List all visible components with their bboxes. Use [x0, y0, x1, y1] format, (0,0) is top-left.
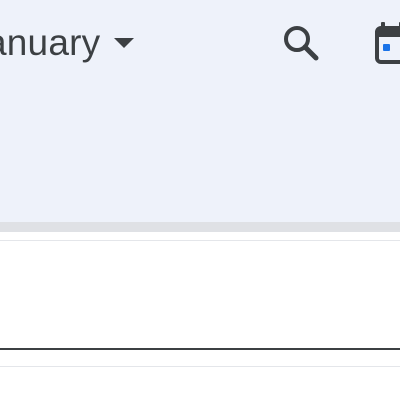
app-header: anuary — [0, 0, 400, 222]
header-divider — [0, 222, 400, 232]
month-label: anuary — [0, 22, 101, 63]
row-separator-bottom — [0, 366, 400, 367]
search-button[interactable] — [278, 20, 324, 66]
calendar-row[interactable] — [0, 242, 400, 348]
row-separator — [0, 240, 400, 241]
calendar-today-icon — [375, 22, 400, 64]
search-icon — [284, 26, 319, 61]
current-row-indicator — [0, 348, 400, 350]
calendar-app: anuary — [0, 0, 400, 400]
today-button[interactable] — [372, 18, 400, 66]
caret-down-icon — [114, 38, 135, 48]
month-picker-button[interactable]: anuary — [0, 20, 135, 66]
